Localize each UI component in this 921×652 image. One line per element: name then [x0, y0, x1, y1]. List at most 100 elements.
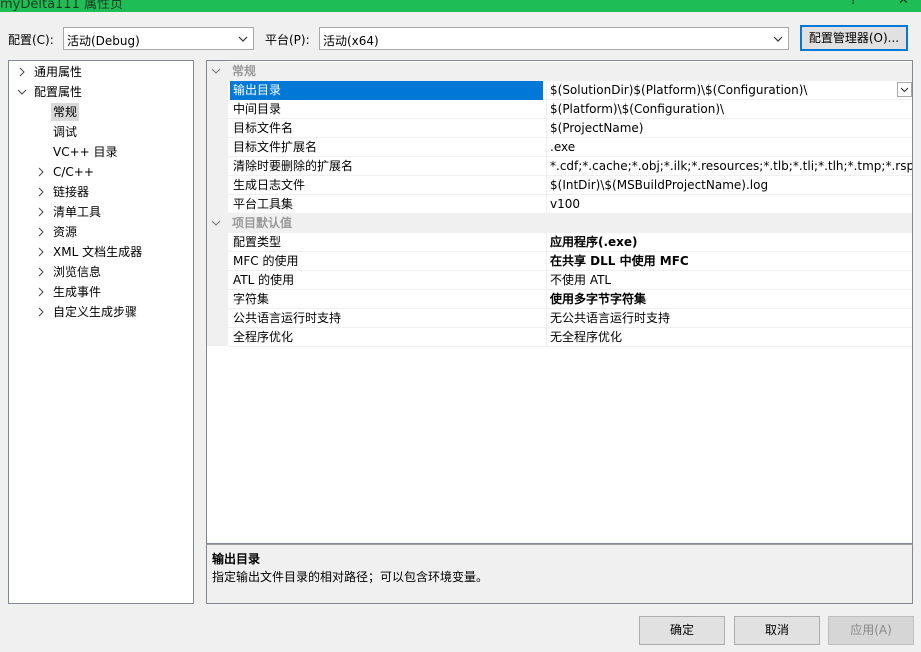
tree-item-common-properties[interactable]: 通用属性 — [9, 63, 193, 81]
chevron-right-icon[interactable] — [36, 207, 46, 217]
category-label: 常规 — [232, 64, 257, 78]
property-value[interactable]: 在共享 DLL 中使用 MFC — [550, 252, 912, 271]
column-divider — [546, 252, 547, 270]
tree-item-browse-info[interactable]: 浏览信息 — [9, 263, 193, 281]
tree-item-label: XML 文档生成器 — [53, 245, 143, 259]
platform-select-value: 活动(x64) — [323, 34, 379, 48]
cancel-button[interactable]: 取消 — [734, 616, 820, 645]
config-manager-button[interactable]: 配置管理器(O)... — [800, 25, 908, 51]
property-name: MFC 的使用 — [233, 254, 299, 268]
grid-row-clean-extensions[interactable]: 清除时要删除的扩展名 *.cdf;*.cache;*.obj;*.ilk;*.r… — [228, 157, 912, 176]
column-divider — [546, 309, 547, 327]
chevron-right-icon[interactable] — [36, 267, 46, 277]
column-divider — [546, 138, 547, 156]
property-value[interactable]: 应用程序(.exe) — [550, 233, 912, 252]
property-name: ATL 的使用 — [233, 273, 295, 287]
property-tree: 通用属性 配置属性 常规 调试 VC++ 目录 C/C++ 链接器 清单工具 资… — [8, 60, 194, 604]
chevron-down-icon[interactable] — [211, 218, 221, 228]
platform-select[interactable]: 活动(x64) — [319, 27, 789, 50]
property-name: 目标文件扩展名 — [233, 140, 318, 154]
config-select[interactable]: 活动(Debug) — [63, 27, 254, 50]
property-value[interactable]: *.cdf;*.cache;*.obj;*.ilk;*.resources;*.… — [550, 157, 912, 176]
column-divider — [546, 100, 547, 118]
title-bar: myDelta111 属性页 ? ✕ — [0, 0, 921, 12]
column-divider — [546, 233, 547, 251]
description-text: 指定输出文件目录的相对路径；可以包含环境变量。 — [212, 570, 489, 584]
category-general[interactable]: 常规 — [207, 62, 912, 81]
tree-item-label: 生成事件 — [53, 285, 102, 299]
property-value[interactable]: 无公共语言运行时支持 — [550, 309, 912, 328]
description-title: 输出目录 — [212, 552, 261, 566]
tree-item-custom-build-step[interactable]: 自定义生成步骤 — [9, 303, 193, 321]
grid-row-use-of-mfc[interactable]: MFC 的使用 在共享 DLL 中使用 MFC — [228, 252, 912, 271]
tree-item-debugging[interactable]: 调试 — [9, 123, 193, 141]
chevron-down-icon — [238, 36, 248, 42]
property-value[interactable]: 使用多字节字符集 — [550, 290, 912, 309]
chevron-right-icon[interactable] — [36, 247, 46, 257]
tree-item-label: 调试 — [53, 125, 78, 139]
chevron-down-icon — [773, 36, 783, 42]
tree-item-label: 资源 — [53, 225, 78, 239]
grid-row-intermediate-dir[interactable]: 中间目录 $(Platform)\$(Configuration)\ — [228, 100, 912, 119]
close-button[interactable]: ✕ — [898, 0, 909, 8]
chevron-down-icon[interactable] — [211, 66, 221, 76]
apply-button[interactable]: 应用(A) — [828, 616, 914, 645]
chevron-right-icon[interactable] — [36, 227, 46, 237]
tree-item-label: 自定义生成步骤 — [53, 305, 138, 319]
category-label: 项目默认值 — [232, 216, 293, 230]
column-divider — [546, 81, 547, 99]
category-project-defaults[interactable]: 项目默认值 — [207, 214, 912, 233]
grid-row-target-ext[interactable]: 目标文件扩展名 .exe — [228, 138, 912, 157]
property-value[interactable]: $(IntDir)\$(MSBuildProjectName).log — [550, 176, 912, 195]
tree-item-label: 配置属性 — [34, 85, 83, 99]
tree-item-label: C/C++ — [53, 165, 94, 179]
grid-row-configuration-type[interactable]: 配置类型 应用程序(.exe) — [228, 233, 912, 252]
column-divider — [546, 157, 547, 175]
property-name: 公共语言运行时支持 — [233, 311, 342, 325]
column-divider — [546, 119, 547, 137]
tree-item-vc-directories[interactable]: VC++ 目录 — [9, 143, 193, 161]
grid-row-output-dir[interactable]: 输出目录 $(SolutionDir)$(Platform)\$(Configu… — [228, 81, 912, 100]
chevron-right-icon[interactable] — [36, 187, 46, 197]
grid-row-use-of-atl[interactable]: ATL 的使用 不使用 ATL — [228, 271, 912, 290]
tree-item-linker[interactable]: 链接器 — [9, 183, 193, 201]
ok-button[interactable]: 确定 — [639, 616, 725, 645]
property-name: 中间目录 — [233, 102, 282, 116]
grid-row-target-name[interactable]: 目标文件名 $(ProjectName) — [228, 119, 912, 138]
property-value[interactable]: 无全程序优化 — [550, 328, 912, 347]
property-value[interactable]: .exe — [550, 138, 912, 157]
chevron-right-icon[interactable] — [17, 67, 27, 77]
platform-label: 平台(P): — [265, 33, 310, 47]
value-dropdown-button[interactable] — [897, 82, 912, 97]
tree-item-general[interactable]: 常规 — [9, 103, 193, 121]
property-value[interactable]: $(SolutionDir)$(Platform)\$(Configuratio… — [550, 81, 912, 100]
property-value[interactable]: 不使用 ATL — [550, 271, 912, 290]
property-name: 平台工具集 — [233, 197, 294, 211]
grid-row-build-log[interactable]: 生成日志文件 $(IntDir)\$(MSBuildProjectName).l… — [228, 176, 912, 195]
property-name: 字符集 — [233, 292, 270, 306]
tree-item-cpp[interactable]: C/C++ — [9, 163, 193, 181]
chevron-right-icon[interactable] — [36, 287, 46, 297]
tree-item-resources[interactable]: 资源 — [9, 223, 193, 241]
grid-row-clr-support[interactable]: 公共语言运行时支持 无公共语言运行时支持 — [228, 309, 912, 328]
tree-item-xml-doc-generator[interactable]: XML 文档生成器 — [9, 243, 193, 261]
property-grid: 常规 输出目录 $(SolutionDir)$(Platform)\$(Conf… — [206, 60, 913, 544]
description-panel: 输出目录 指定输出文件目录的相对路径；可以包含环境变量。 — [206, 544, 913, 604]
chevron-right-icon[interactable] — [36, 307, 46, 317]
property-value[interactable]: $(ProjectName) — [550, 119, 912, 138]
tree-item-build-events[interactable]: 生成事件 — [9, 283, 193, 301]
property-name: 全程序优化 — [233, 330, 294, 344]
tree-item-config-properties[interactable]: 配置属性 — [9, 83, 193, 101]
tree-item-manifest-tool[interactable]: 清单工具 — [9, 203, 193, 221]
property-value[interactable]: $(Platform)\$(Configuration)\ — [550, 100, 912, 119]
property-value[interactable]: v100 — [550, 195, 912, 214]
grid-row-character-set[interactable]: 字符集 使用多字节字符集 — [228, 290, 912, 309]
help-button[interactable]: ? — [850, 0, 857, 8]
grid-gutter — [207, 61, 228, 346]
tree-item-label: 清单工具 — [53, 205, 102, 219]
grid-row-platform-toolset[interactable]: 平台工具集 v100 — [228, 195, 912, 214]
tree-item-label: 通用属性 — [34, 65, 83, 79]
chevron-right-icon[interactable] — [36, 167, 46, 177]
chevron-down-icon[interactable] — [17, 87, 27, 97]
grid-row-whole-program-opt[interactable]: 全程序优化 无全程序优化 — [228, 328, 912, 347]
